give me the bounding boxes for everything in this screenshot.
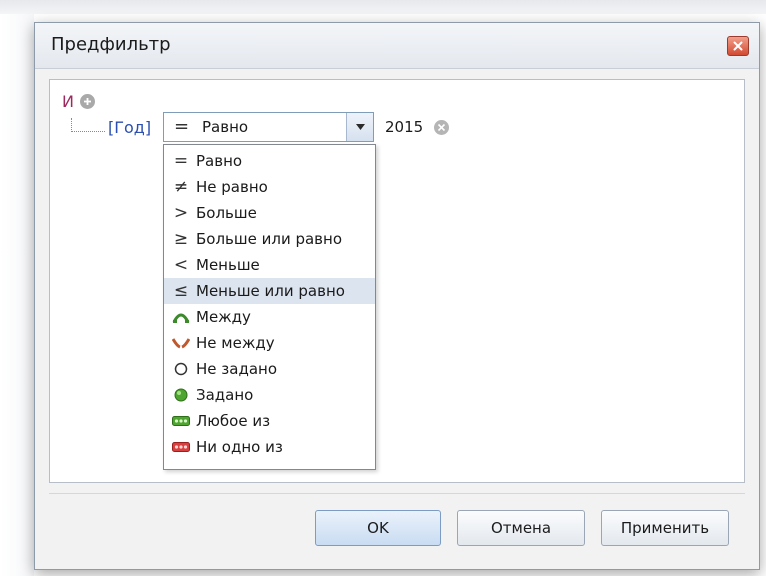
remove-condition-icon[interactable] bbox=[434, 120, 449, 135]
dialog-titlebar[interactable]: Предфильтр bbox=[35, 23, 759, 69]
apply-button[interactable]: Применить bbox=[601, 510, 729, 546]
less-icon: < bbox=[173, 255, 189, 275]
operator-option[interactable]: Не между bbox=[164, 330, 375, 356]
operator-option-label: Не равно bbox=[196, 178, 268, 196]
combobox-dropdown-button[interactable] bbox=[346, 113, 373, 141]
operator-option-label: Не задано bbox=[196, 360, 277, 378]
operator-option-label: Меньше bbox=[196, 256, 260, 274]
operator-option[interactable]: ≠ Не равно bbox=[164, 174, 375, 200]
operator-combobox[interactable]: = Равно bbox=[163, 112, 374, 142]
group-operator[interactable]: И bbox=[62, 92, 74, 111]
any-of-icon bbox=[170, 411, 192, 431]
add-condition-icon[interactable] bbox=[79, 94, 95, 109]
operator-option[interactable]: = Равно bbox=[164, 148, 375, 174]
operator-option[interactable]: < Меньше bbox=[164, 252, 375, 278]
is-null-icon bbox=[170, 359, 192, 379]
operator-option[interactable]: Ни одно из bbox=[164, 434, 375, 460]
greater-icon: > bbox=[173, 203, 189, 223]
operator-option[interactable]: Между bbox=[164, 304, 375, 330]
is-not-null-icon bbox=[170, 385, 192, 405]
equals-icon: = bbox=[174, 116, 190, 137]
close-icon bbox=[733, 41, 743, 51]
operator-combobox-value: Равно bbox=[202, 118, 249, 136]
tree-connector-line bbox=[71, 118, 105, 132]
operator-option-label: Не между bbox=[196, 334, 275, 352]
operator-option-label: Равно bbox=[196, 152, 243, 170]
operator-option-label: Ни одно из bbox=[196, 438, 283, 456]
operator-option-label: Больше или равно bbox=[196, 230, 343, 248]
operator-option[interactable]: > Больше bbox=[164, 200, 375, 226]
operator-option-label: Любое из bbox=[196, 412, 271, 430]
equals-icon: = bbox=[173, 151, 189, 171]
dialog-button-bar: OK Отмена Применить bbox=[49, 493, 745, 557]
operator-option-label: Задано bbox=[196, 386, 254, 404]
less-or-equal-icon: ≤ bbox=[173, 281, 189, 301]
operator-dropdown-list: = Равно ≠ Не равно > Больше ≥ Больше или… bbox=[163, 144, 376, 470]
operator-option[interactable]: Не задано bbox=[164, 356, 375, 382]
group-node: И bbox=[62, 92, 95, 111]
background-window-edge bbox=[0, 14, 34, 576]
chevron-down-icon bbox=[355, 124, 365, 130]
background-window-strip bbox=[0, 0, 766, 14]
not-equals-icon: ≠ bbox=[173, 177, 189, 197]
close-button[interactable] bbox=[727, 36, 749, 56]
greater-or-equal-icon: ≥ bbox=[173, 229, 189, 249]
between-icon bbox=[170, 307, 192, 327]
operator-option[interactable]: ≥ Больше или равно bbox=[164, 226, 375, 252]
none-of-icon bbox=[170, 437, 192, 457]
prefilter-dialog: Предфильтр И [Год] = Равно 2015 = Равно … bbox=[34, 22, 760, 570]
ok-button[interactable]: OK bbox=[315, 510, 441, 546]
dialog-title: Предфильтр bbox=[51, 34, 171, 55]
operator-option[interactable]: Любое из bbox=[164, 408, 375, 434]
not-between-icon bbox=[170, 333, 192, 353]
operator-option-label: Меньше или равно bbox=[196, 282, 345, 300]
operator-option[interactable]: Задано bbox=[164, 382, 375, 408]
filter-editor-panel: И [Год] = Равно 2015 = Равно ≠ Не равно … bbox=[49, 79, 745, 483]
operator-option-label: Больше bbox=[196, 204, 257, 222]
operator-option-label: Между bbox=[196, 308, 251, 326]
cancel-button[interactable]: Отмена bbox=[457, 510, 585, 546]
operator-option-highlighted[interactable]: ≤ Меньше или равно bbox=[164, 278, 375, 304]
condition-field[interactable]: [Год] bbox=[108, 118, 151, 137]
condition-value[interactable]: 2015 bbox=[385, 118, 423, 136]
